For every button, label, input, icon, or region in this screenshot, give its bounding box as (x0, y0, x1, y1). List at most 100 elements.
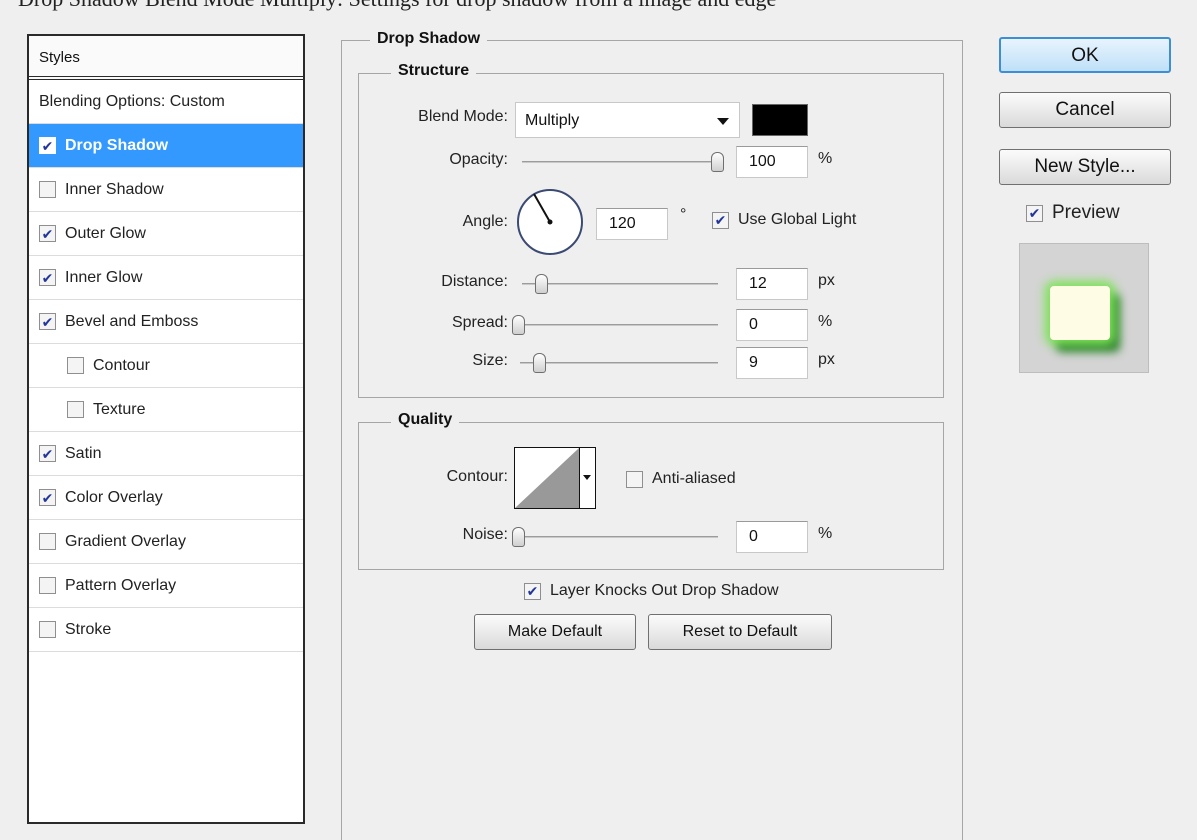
distance-slider-track[interactable] (522, 283, 718, 285)
checkbox-icon[interactable]: ✔ (1026, 204, 1043, 222)
distance-input[interactable]: 12 (736, 268, 808, 300)
style-item-label: Inner Shadow (65, 181, 164, 198)
use-global-light-label: Use Global Light (738, 211, 857, 228)
style-item-label: Satin (65, 445, 102, 462)
styles-header[interactable]: Styles (29, 36, 303, 80)
checkbox-icon[interactable]: ✔ (39, 621, 56, 638)
contour-picker[interactable] (514, 447, 596, 509)
opacity-label: Opacity: (449, 151, 508, 168)
style-item-label: Drop Shadow (65, 137, 169, 154)
checkbox-icon[interactable]: ✔ (626, 470, 643, 488)
checkbox-icon[interactable]: ✔ (39, 225, 56, 242)
opacity-unit: % (818, 150, 833, 167)
style-item-color-overlay[interactable]: ✔ Color Overlay (29, 476, 303, 520)
chevron-down-icon (717, 118, 729, 125)
layer-knocks-out-label: Layer Knocks Out Drop Shadow (550, 582, 779, 599)
blend-mode-select[interactable]: Multiply (515, 102, 740, 138)
style-item-label: Texture (93, 401, 146, 418)
angle-label: Angle: (462, 213, 508, 230)
contour-curve-icon (515, 448, 579, 508)
blending-options-item[interactable]: Blending Options: Custom (29, 80, 303, 124)
checkbox-icon[interactable]: ✔ (39, 181, 56, 198)
chevron-down-icon (583, 475, 591, 480)
spread-label: Spread: (451, 314, 508, 331)
styles-list-panel: Styles Blending Options: Custom ✔ Drop S… (27, 34, 305, 824)
style-item-inner-glow[interactable]: ✔ Inner Glow (29, 256, 303, 300)
checkbox-icon[interactable]: ✔ (39, 445, 56, 462)
preview-checkbox[interactable]: ✔ Preview (1026, 202, 1120, 224)
style-preview-thumbnail (1019, 243, 1149, 373)
opacity-slider-track[interactable] (522, 161, 724, 163)
preview-glow-tile (1050, 286, 1110, 340)
size-slider-thumb[interactable] (533, 353, 546, 373)
contour-label: Contour: (446, 468, 508, 485)
anti-aliased-label: Anti-aliased (652, 470, 736, 487)
style-item-bevel-and-emboss[interactable]: ✔ Bevel and Emboss (29, 300, 303, 344)
opacity-input[interactable]: 100 (736, 146, 808, 178)
size-unit: px (818, 351, 835, 368)
checkbox-icon[interactable]: ✔ (39, 137, 56, 154)
angle-input[interactable]: 120 (596, 208, 668, 240)
page-caption: Drop Shadow Blend Mode Multiply: Setting… (18, 0, 776, 12)
checkbox-icon[interactable]: ✔ (67, 357, 84, 374)
style-item-label: Bevel and Emboss (65, 313, 199, 330)
structure-title: Structure (391, 62, 477, 80)
style-item-label: Inner Glow (65, 269, 143, 286)
reset-to-default-button[interactable]: Reset to Default (648, 614, 832, 650)
distance-label: Distance: (441, 273, 508, 290)
checkbox-icon[interactable]: ✔ (712, 211, 729, 229)
checkbox-icon[interactable]: ✔ (39, 269, 56, 286)
new-style-button[interactable]: New Style... (999, 149, 1171, 185)
cancel-button[interactable]: Cancel (999, 92, 1171, 128)
checkbox-icon[interactable]: ✔ (39, 533, 56, 550)
style-item-inner-shadow[interactable]: ✔ Inner Shadow (29, 168, 303, 212)
opacity-slider-thumb[interactable] (711, 152, 724, 172)
noise-unit: % (818, 525, 833, 542)
checkbox-icon[interactable]: ✔ (39, 577, 56, 594)
spread-slider-thumb[interactable] (512, 315, 525, 335)
blend-mode-value: Multiply (525, 112, 580, 129)
noise-input[interactable]: 0 (736, 521, 808, 553)
distance-slider-thumb[interactable] (535, 274, 548, 294)
style-item-label: Gradient Overlay (65, 533, 186, 550)
style-item-label: Stroke (65, 621, 112, 638)
noise-label: Noise: (462, 526, 508, 543)
style-item-gradient-overlay[interactable]: ✔ Gradient Overlay (29, 520, 303, 564)
spread-unit: % (818, 313, 833, 330)
size-slider-track[interactable] (520, 362, 718, 364)
use-global-light-checkbox[interactable]: ✔ Use Global Light (712, 211, 856, 229)
style-item-satin[interactable]: ✔ Satin (29, 432, 303, 476)
layer-knocks-out-checkbox[interactable]: ✔ Layer Knocks Out Drop Shadow (524, 582, 779, 600)
style-item-stroke[interactable]: ✔ Stroke (29, 608, 303, 652)
checkbox-icon[interactable]: ✔ (67, 401, 84, 418)
angle-unit: ° (680, 206, 687, 223)
preview-label: Preview (1052, 202, 1120, 223)
style-item-label: Contour (93, 357, 150, 374)
checkbox-icon[interactable]: ✔ (39, 313, 56, 330)
shadow-color-swatch[interactable] (752, 104, 808, 136)
style-item-pattern-overlay[interactable]: ✔ Pattern Overlay (29, 564, 303, 608)
spread-slider-track[interactable] (520, 324, 718, 326)
drop-shadow-title: Drop Shadow (370, 30, 488, 48)
style-item-label: Outer Glow (65, 225, 146, 242)
noise-slider-track[interactable] (520, 536, 718, 538)
checkbox-icon[interactable]: ✔ (39, 489, 56, 506)
checkbox-icon[interactable]: ✔ (524, 582, 541, 600)
make-default-button[interactable]: Make Default (474, 614, 636, 650)
style-item-label: Color Overlay (65, 489, 163, 506)
size-input[interactable]: 9 (736, 347, 808, 379)
style-item-drop-shadow[interactable]: ✔ Drop Shadow (29, 124, 303, 168)
spread-input[interactable]: 0 (736, 309, 808, 341)
contour-dropdown-arrow[interactable] (579, 448, 595, 508)
size-label: Size: (472, 352, 508, 369)
quality-title: Quality (391, 411, 460, 429)
angle-dial[interactable] (515, 187, 585, 257)
anti-aliased-checkbox[interactable]: ✔ Anti-aliased (626, 470, 736, 488)
ok-button[interactable]: OK (999, 37, 1171, 73)
style-item-contour[interactable]: ✔ Contour (29, 344, 303, 388)
style-item-label: Pattern Overlay (65, 577, 177, 594)
quality-group (358, 422, 944, 570)
noise-slider-thumb[interactable] (512, 527, 525, 547)
style-item-texture[interactable]: ✔ Texture (29, 388, 303, 432)
style-item-outer-glow[interactable]: ✔ Outer Glow (29, 212, 303, 256)
